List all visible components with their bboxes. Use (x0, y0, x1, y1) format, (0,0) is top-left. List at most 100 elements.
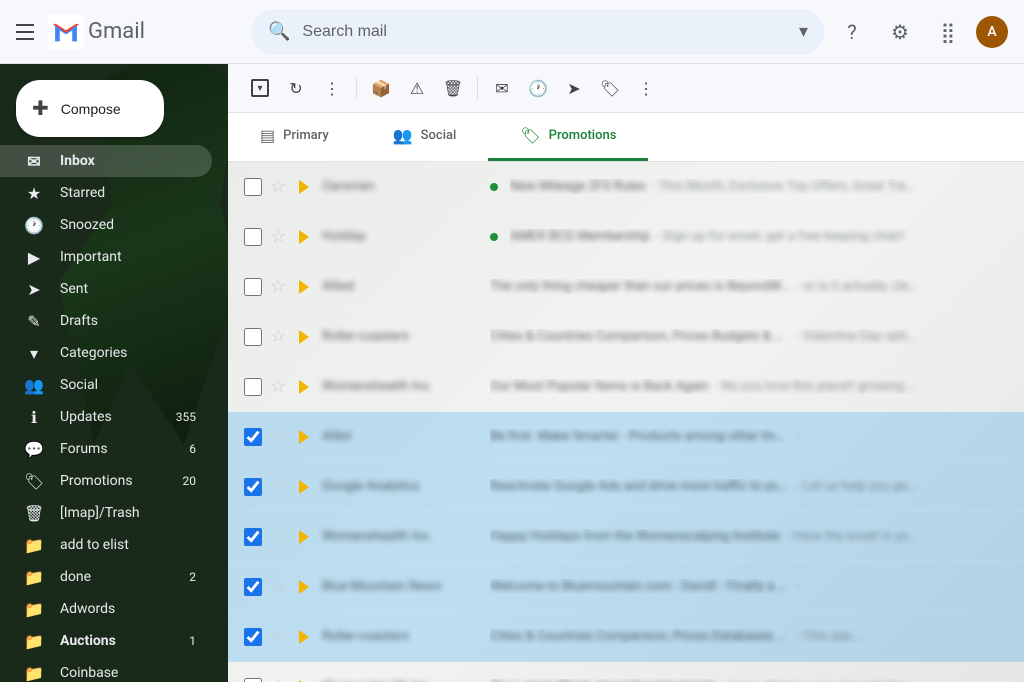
sidebar-item-forums[interactable]: 💬 Forums 6 (0, 433, 212, 465)
star-icon[interactable]: ☆ (270, 276, 286, 297)
star-icon[interactable]: ☆ (270, 326, 286, 347)
menu-icon[interactable] (16, 20, 40, 44)
sidebar-item-drafts[interactable]: ✎ Drafts (0, 305, 212, 337)
star-icon[interactable]: ☆ (270, 626, 286, 647)
table-row[interactable]: ☆ Womenshealth Inc. The Latest dBrisk ab… (228, 662, 1024, 682)
sidebar-item-social[interactable]: 👥 Social (0, 369, 212, 401)
sidebar-social-icon: 👥 (24, 376, 44, 395)
sidebar-forums-count: 6 (189, 442, 196, 456)
tag-arrow-icon (299, 530, 309, 544)
table-row[interactable]: ☆ Roller-coasters Cities & Countries Com… (228, 612, 1024, 662)
table-row[interactable]: ☆ Holiday AMEX BCG Membership - Sign up … (228, 212, 1024, 262)
star-icon[interactable]: ☆ (270, 676, 286, 682)
email-sender: Alibri (322, 429, 482, 444)
star-icon[interactable]: ☆ (270, 576, 286, 597)
tab-primary[interactable]: ▤ Primary (228, 113, 361, 161)
row-checkbox[interactable] (244, 628, 262, 646)
sidebar-item-adwords[interactable]: 📁 Adwords (0, 593, 212, 625)
row-checkbox[interactable] (244, 478, 262, 496)
sidebar-updates-label: Updates (60, 409, 160, 425)
tab-promotions[interactable]: 🏷 Promotions (488, 113, 648, 161)
email-sender: Womenshealth Inc. (322, 379, 482, 394)
settings-icon[interactable]: ⚙ (880, 12, 920, 52)
select-checkbox-icon: ▾ (251, 79, 269, 97)
more-toolbar-button[interactable]: ⋮ (630, 72, 662, 104)
row-checkbox[interactable] (244, 378, 262, 396)
toolbar-divider-2 (477, 76, 478, 100)
search-input[interactable] (302, 23, 787, 41)
sidebar-add-to-elist-icon: 📁 (24, 536, 44, 555)
table-row[interactable]: ☆ Oarsmen New Mileage 2FS Rules - This M… (228, 162, 1024, 212)
star-icon[interactable]: ☆ (270, 526, 286, 547)
sidebar-sent-label: Sent (60, 281, 196, 297)
sidebar-item-done[interactable]: 📁 done 2 (0, 561, 212, 593)
row-checkbox[interactable] (244, 228, 262, 246)
row-tag (294, 477, 314, 497)
star-icon[interactable]: ☆ (270, 226, 286, 247)
search-bar[interactable]: 🔍 ▾ (252, 9, 824, 55)
table-row[interactable]: ☆ Roller-coasters Cities & Countries Com… (228, 312, 1024, 362)
email-content: Cities & Countries Comparison, Prices Bu… (490, 329, 920, 344)
sidebar-item-starred[interactable]: ★ Starred (0, 177, 212, 209)
sidebar-item-sent[interactable]: ➤ Sent (0, 273, 212, 305)
star-icon[interactable]: ☆ (270, 476, 286, 497)
sidebar-item-snoozed[interactable]: 🕐 Snoozed (0, 209, 212, 241)
email-snippet: - Have the email in your browser: links.… (786, 529, 920, 544)
tag-arrow-icon (299, 380, 309, 394)
row-checkbox[interactable] (244, 178, 262, 196)
gmail-logo[interactable]: Gmail (48, 14, 145, 50)
row-checkbox[interactable] (244, 578, 262, 596)
table-row[interactable]: ☆ Womenshealth Inc. Happy Holidays from … (228, 512, 1024, 562)
label-button[interactable]: 🏷 (594, 72, 626, 104)
sidebar-item-important[interactable]: ▶ Important (0, 241, 212, 273)
email-subject: Cities & Countries Comparison, Prices Da… (490, 629, 790, 644)
sidebar-item-promotions[interactable]: 🏷 Promotions 20 (0, 465, 212, 497)
email-subject: Reactivate Google Ads and drive more tra… (490, 479, 790, 494)
sidebar-item-inbox[interactable]: ✉ Inbox (0, 145, 212, 177)
email-badge (490, 183, 498, 191)
table-row[interactable]: ☆ Allied The only thing cheaper than our… (228, 262, 1024, 312)
sidebar-inbox-icon: ✉ (24, 152, 44, 171)
row-checkbox[interactable] (244, 528, 262, 546)
star-icon[interactable]: ☆ (270, 176, 286, 197)
refresh-button[interactable]: ↻ (280, 72, 312, 104)
delete-button[interactable]: 🗑 (437, 72, 469, 104)
tab-social[interactable]: 👥 Social (361, 113, 489, 161)
report-spam-button[interactable]: ⚠ (401, 72, 433, 104)
move-to-button[interactable]: ➤ (558, 72, 590, 104)
search-arrow-icon[interactable]: ▾ (799, 21, 808, 42)
table-row[interactable]: ☆ Blue Mountain News Welcome to Bluemoun… (228, 562, 1024, 612)
more-options-button[interactable]: ⋮ (316, 72, 348, 104)
row-tag (294, 177, 314, 197)
sidebar-item-coinbase[interactable]: 📁 Coinbase (0, 657, 212, 682)
archive-button[interactable]: 📦 (365, 72, 397, 104)
table-row[interactable]: ☆ Womenshealth Inc. Our Most Popular Ite… (228, 362, 1024, 412)
snooze-button[interactable]: 🕐 (522, 72, 554, 104)
help-icon[interactable]: ? (832, 12, 872, 52)
sidebar-item-auctions[interactable]: 📁 Auctions 1 (0, 625, 212, 657)
sidebar-item-updates[interactable]: ℹ Updates 355 (0, 401, 212, 433)
email-subject: Welcome to Bluemountain.com - David! - F… (490, 579, 790, 594)
sidebar-auctions-count: 1 (189, 634, 196, 648)
sidebar-item-add-to-elist[interactable]: 📁 add to elist (0, 529, 212, 561)
compose-button[interactable]: ✚ Compose (16, 80, 164, 137)
row-checkbox[interactable] (244, 278, 262, 296)
mark-as-read-button[interactable]: ✉ (486, 72, 518, 104)
row-checkbox[interactable] (244, 678, 262, 682)
row-checkbox[interactable] (244, 428, 262, 446)
select-all-button[interactable]: ▾ (244, 72, 276, 104)
tag-arrow-icon (299, 180, 309, 194)
sidebar-nav: ✉ Inbox ★ Starred 🕐 Snoozed ▶ Important … (0, 145, 228, 682)
avatar[interactable]: A (976, 16, 1008, 48)
table-row[interactable]: ☆ Alibri Be first. Make Smarter - Produc… (228, 412, 1024, 462)
email-sender: Roller-coasters (322, 629, 482, 644)
row-tag (294, 427, 314, 447)
star-icon[interactable]: ☆ (270, 376, 286, 397)
sidebar-item-categories[interactable]: ▾ Categories (0, 337, 212, 369)
apps-icon[interactable]: ⣿ (928, 12, 968, 52)
star-icon[interactable]: ☆ (270, 426, 286, 447)
email-snippet: - (796, 579, 920, 594)
table-row[interactable]: ☆ Google Analytics Reactivate Google Ads… (228, 462, 1024, 512)
sidebar-item-imap-trash[interactable]: 🗑 [Imap]/Trash (0, 497, 212, 529)
row-checkbox[interactable] (244, 328, 262, 346)
